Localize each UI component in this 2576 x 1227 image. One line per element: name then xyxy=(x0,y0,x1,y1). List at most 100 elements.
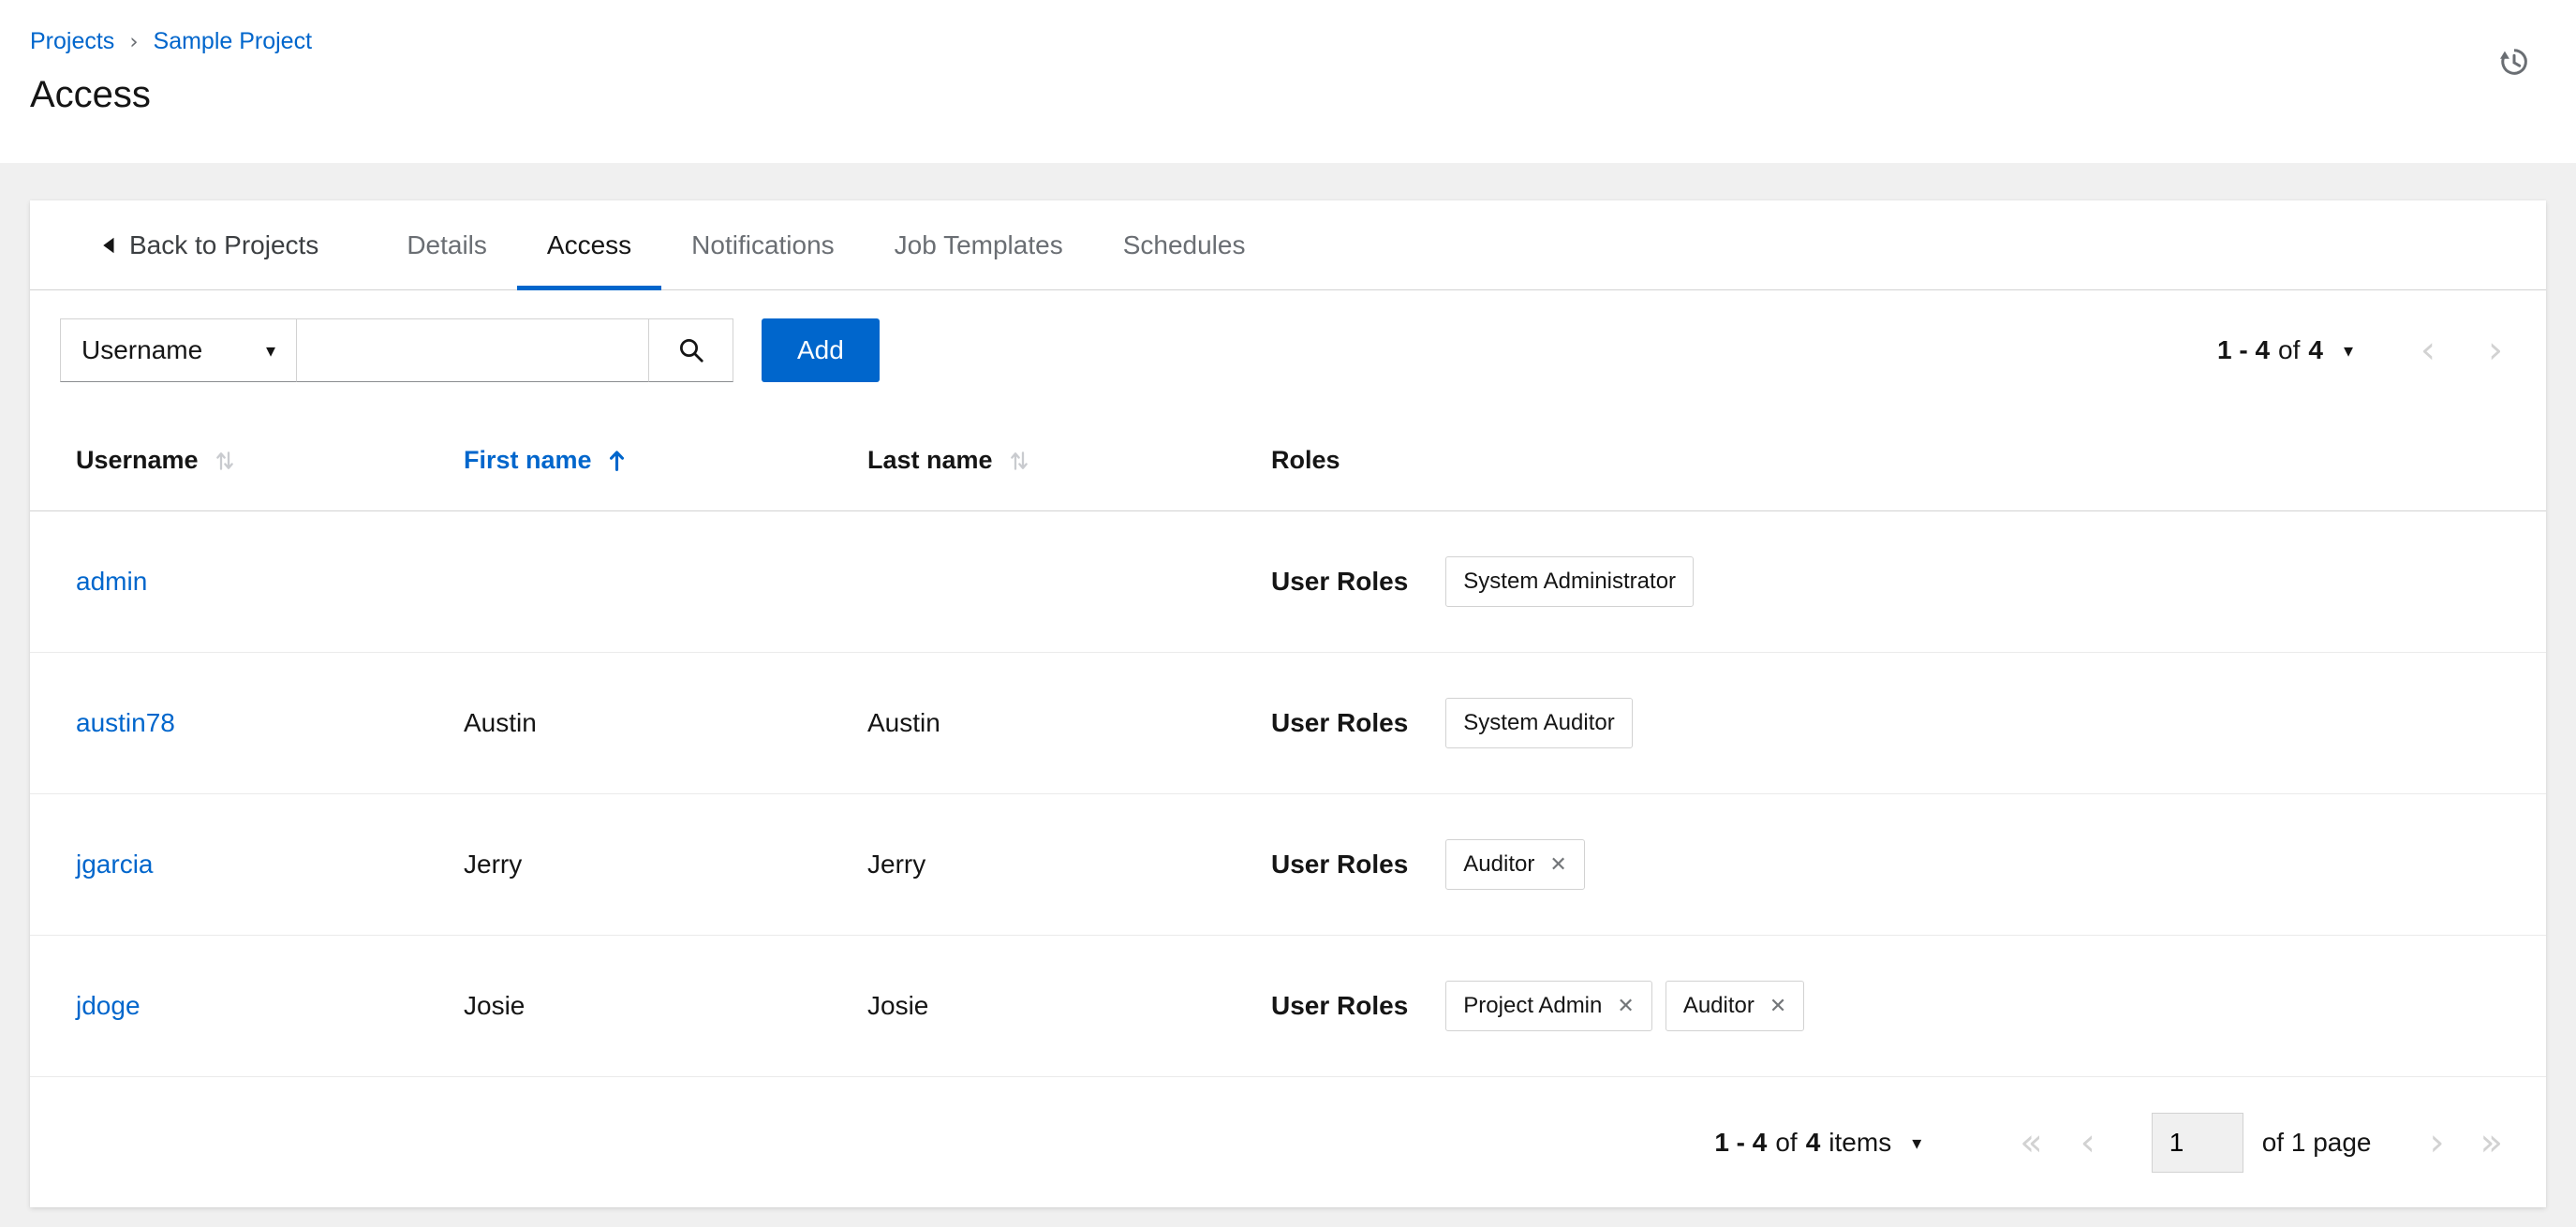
table-row: austin78 Austin Austin User Roles System… xyxy=(30,653,2546,794)
items-range: 1 - 4 xyxy=(1714,1127,1768,1157)
tab-job-templates[interactable]: Job Templates xyxy=(865,200,1093,289)
user-roles-label: User Roles xyxy=(1271,850,1409,879)
last-name-cell: Austin xyxy=(867,708,940,737)
access-panel: Back to Projects Details Access Notifica… xyxy=(30,200,2546,1207)
next-page-button[interactable]: › xyxy=(2488,332,2503,369)
tab-access[interactable]: Access xyxy=(516,200,662,290)
next-page-button[interactable]: › xyxy=(2430,1124,2445,1161)
current-page-input[interactable] xyxy=(2151,1112,2243,1173)
role-chip-group: Auditor ✕ xyxy=(1445,839,1585,890)
table-row: jgarcia Jerry Jerry User Roles Auditor ✕ xyxy=(30,794,2546,936)
username-cell: austin78 xyxy=(76,708,464,738)
role-chip: Auditor ✕ xyxy=(1445,839,1585,890)
caret-down-icon: ▾ xyxy=(2343,339,2353,362)
first-name-cell: Jerry xyxy=(464,850,523,879)
table-header-row: Username First name Last name Roles xyxy=(30,410,2546,511)
column-header-first-name[interactable]: First name xyxy=(464,446,867,475)
column-header-username[interactable]: Username xyxy=(76,446,464,475)
username-link[interactable]: admin xyxy=(76,567,147,596)
caret-down-icon: ▾ xyxy=(265,339,275,362)
username-link[interactable]: jdoge xyxy=(76,991,141,1020)
previous-page-button[interactable]: ‹ xyxy=(2421,332,2435,369)
column-header-last-name[interactable]: Last name xyxy=(867,446,1271,475)
search-input[interactable] xyxy=(296,318,649,382)
table-row: jdoge Josie Josie User Roles Project Adm… xyxy=(30,936,2546,1077)
remove-role-button[interactable]: ✕ xyxy=(1549,853,1566,877)
first-name-cell: Austin xyxy=(464,708,537,737)
role-chip-label: Auditor xyxy=(1463,851,1535,877)
page-count-label: of 1 page xyxy=(2261,1127,2372,1157)
column-label-last-name: Last name xyxy=(867,446,993,474)
breadcrumb-projects-link[interactable]: Projects xyxy=(30,28,114,55)
role-chip-label: System Auditor xyxy=(1463,710,1615,735)
username-cell: admin xyxy=(76,567,464,597)
back-to-projects-tab[interactable]: Back to Projects xyxy=(72,200,348,289)
caret-left-icon xyxy=(103,237,114,253)
tab-bar: Back to Projects Details Access Notifica… xyxy=(30,200,2546,290)
role-chip: Auditor ✕ xyxy=(1665,981,1805,1031)
roles-cell: User Roles Auditor ✕ xyxy=(1271,839,2503,890)
role-chip: System Administrator xyxy=(1445,556,1695,607)
sort-icon xyxy=(215,451,233,470)
page-header: Projects › Sample Project Access xyxy=(0,0,2576,163)
last-name-cell: Josie xyxy=(867,991,929,1020)
roles-cell: User Roles Project Admin ✕ Auditor ✕ xyxy=(1271,981,2503,1031)
column-header-roles: Roles xyxy=(1271,446,2503,475)
back-to-projects-label: Back to Projects xyxy=(129,229,319,259)
activity-stream-button[interactable] xyxy=(2497,45,2531,81)
items-per-page-dropdown[interactable]: 1 - 4 of 4 items ▾ xyxy=(1714,1128,1921,1158)
footer-pagination: 1 - 4 of 4 items ▾ « ‹ of 1 page › » xyxy=(30,1077,2546,1207)
tab-schedules[interactable]: Schedules xyxy=(1093,200,1276,289)
role-chip-label: Auditor xyxy=(1682,993,1754,1018)
column-label-first-name: First name xyxy=(464,446,592,474)
pagination-total: 4 xyxy=(2308,335,2323,364)
table-row: admin User Roles System Administrator xyxy=(30,511,2546,653)
search-key-dropdown[interactable]: Username ▾ xyxy=(60,318,297,382)
last-name-cell: Jerry xyxy=(867,850,926,879)
first-page-button[interactable]: « xyxy=(2020,1124,2042,1161)
top-pagination: 1 - 4 of 4 ▾ ‹ › xyxy=(2217,332,2503,369)
breadcrumb: Projects › Sample Project xyxy=(30,28,2533,55)
last-page-button[interactable]: » xyxy=(2480,1124,2503,1161)
sort-ascending-icon xyxy=(609,451,624,471)
top-pagination-dropdown[interactable]: 1 - 4 of 4 ▾ xyxy=(2217,335,2353,365)
tab-details[interactable]: Details xyxy=(377,200,517,289)
role-chip-label: System Administrator xyxy=(1463,569,1677,594)
toolbar: Username ▾ Add 1 - 4 of 4 ▾ ‹ › xyxy=(30,290,2546,410)
search-key-selected: Username xyxy=(81,335,203,364)
sort-icon xyxy=(1010,451,1028,470)
role-chip-group: System Administrator xyxy=(1445,556,1695,607)
history-icon xyxy=(2500,49,2527,75)
username-cell: jgarcia xyxy=(76,850,464,880)
role-chip-group: System Auditor xyxy=(1445,698,1633,748)
breadcrumb-separator: › xyxy=(129,29,139,54)
roles-cell: User Roles System Auditor xyxy=(1271,698,2503,748)
user-roles-label: User Roles xyxy=(1271,708,1409,737)
add-button[interactable]: Add xyxy=(762,318,880,382)
pagination-range: 1 - 4 xyxy=(2216,335,2271,364)
role-chip-group: Project Admin ✕ Auditor ✕ xyxy=(1445,981,1805,1031)
page-title: Access xyxy=(30,74,151,115)
username-link[interactable]: jgarcia xyxy=(76,850,153,879)
column-label-username: Username xyxy=(76,446,199,474)
pagination-of: of xyxy=(2278,335,2301,364)
caret-down-icon: ▾ xyxy=(1912,1131,1922,1154)
previous-page-button[interactable]: ‹ xyxy=(2080,1124,2095,1161)
username-link[interactable]: austin78 xyxy=(76,708,175,737)
remove-role-button[interactable]: ✕ xyxy=(1769,995,1786,1018)
user-roles-label: User Roles xyxy=(1271,567,1409,596)
items-of: of xyxy=(1775,1127,1798,1157)
remove-role-button[interactable]: ✕ xyxy=(1617,995,1634,1018)
roles-cell: User Roles System Administrator xyxy=(1271,556,2503,607)
tab-notifications[interactable]: Notifications xyxy=(661,200,865,289)
column-label-roles: Roles xyxy=(1271,446,1340,474)
role-chip: Project Admin ✕ xyxy=(1445,981,1652,1031)
username-cell: jdoge xyxy=(76,991,464,1021)
role-chip-label: Project Admin xyxy=(1463,993,1603,1018)
breadcrumb-sample-project-link[interactable]: Sample Project xyxy=(154,28,313,55)
role-chip: System Auditor xyxy=(1445,698,1633,748)
items-word: items xyxy=(1828,1127,1892,1157)
search-submit-button[interactable] xyxy=(648,318,733,382)
items-total: 4 xyxy=(1805,1127,1821,1157)
user-roles-label: User Roles xyxy=(1271,991,1409,1020)
